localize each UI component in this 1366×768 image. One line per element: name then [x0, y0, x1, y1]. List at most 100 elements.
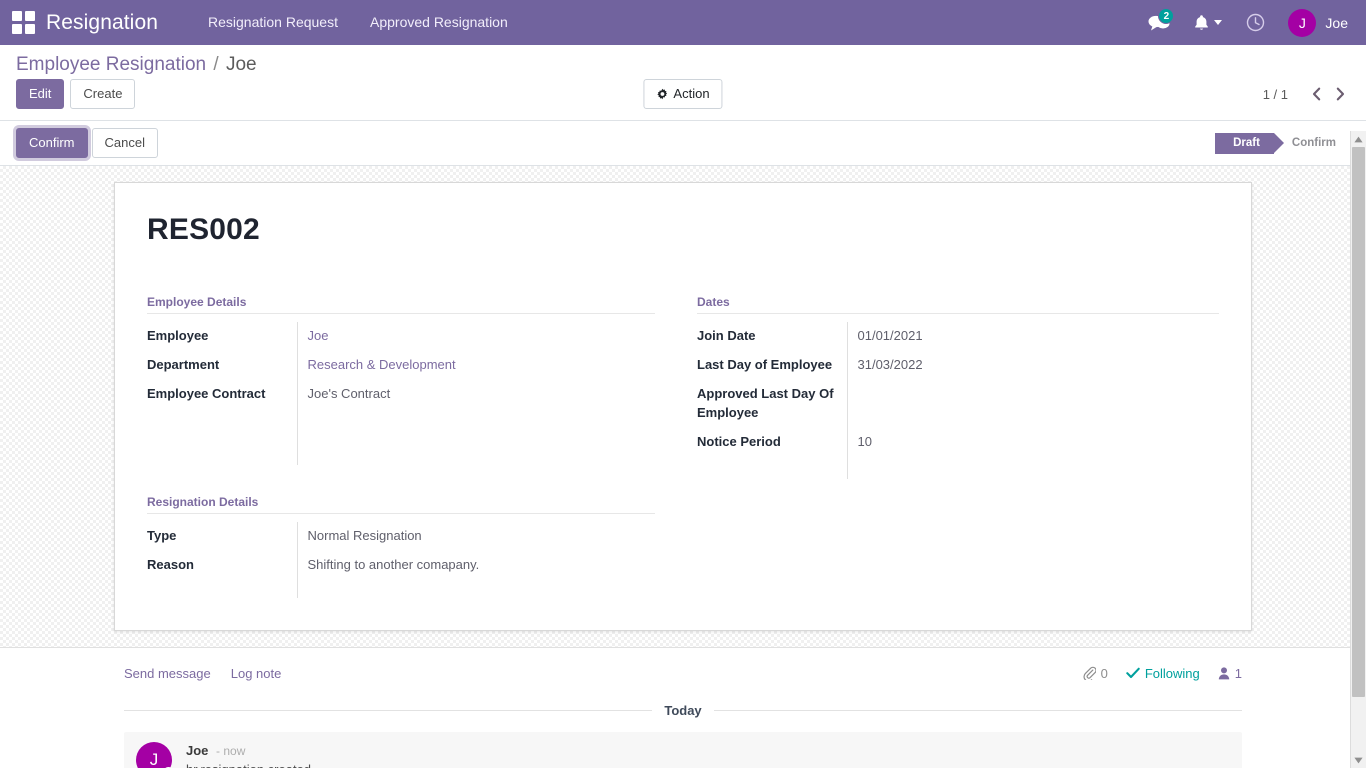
messages-badge: 2: [1158, 8, 1174, 24]
clock-button[interactable]: [1235, 0, 1276, 45]
following-label: Following: [1145, 666, 1200, 681]
send-message-button[interactable]: Send message: [124, 666, 211, 681]
statusbar: Confirm Cancel Draft Confirm: [0, 121, 1366, 166]
apps-grid-icon: [12, 11, 35, 34]
menu-approved-resignation[interactable]: Approved Resignation: [354, 0, 524, 45]
avatar: J: [1288, 9, 1316, 37]
field-label-employee: Employee: [147, 322, 297, 351]
field-label-join-date: Join Date: [697, 322, 847, 351]
action-button-label: Action: [673, 85, 709, 103]
chevron-right-icon: [1335, 87, 1346, 101]
field-last-day-of-employee: Last Day of Employee 31/03/2022: [697, 351, 1219, 380]
field-join-date: Join Date 01/01/2021: [697, 322, 1219, 351]
field-label-department: Department: [147, 351, 297, 380]
pager-value: 1 / 1: [1263, 87, 1288, 102]
field-spacer: [147, 580, 655, 598]
field-employee-contract: Employee Contract Joe's Contract: [147, 380, 655, 409]
field-value-notice-period[interactable]: 10: [858, 434, 872, 449]
field-value-last-day-of-employee[interactable]: 31/03/2022: [858, 357, 923, 372]
apps-menu-button[interactable]: [0, 0, 46, 45]
pager-next-button[interactable]: [1330, 82, 1350, 106]
scrollbar-up-button[interactable]: [1351, 131, 1366, 147]
message-text: hr.resignation created: [186, 762, 311, 768]
user-menu[interactable]: J Joe: [1278, 0, 1356, 45]
resignation-details-fields: Type Normal Resignation Reason Shifting …: [147, 522, 655, 598]
check-icon: [1126, 667, 1140, 679]
scrollbar-track[interactable]: [1351, 147, 1366, 752]
field-value-employee[interactable]: Joe: [308, 328, 329, 343]
field-value-reason[interactable]: Shifting to another comapany.: [308, 557, 480, 572]
field-value-type[interactable]: Normal Resignation: [308, 528, 422, 543]
pager: 1 / 1: [1263, 82, 1350, 106]
menu-resignation-request[interactable]: Resignation Request: [192, 0, 354, 45]
form-background: RES002 Employee Details Employee Joe Dep…: [0, 166, 1366, 646]
triangle-down-icon: [1354, 757, 1363, 764]
form-column-right: Dates Join Date 01/01/2021 Last Day of E…: [683, 295, 1219, 597]
field-type: Type Normal Resignation: [147, 522, 655, 551]
message-header: Joe - now: [186, 743, 311, 758]
status-stage-confirm[interactable]: Confirm: [1274, 133, 1350, 154]
form-columns: Employee Details Employee Joe Department…: [147, 295, 1219, 597]
chevron-down-icon: [1214, 20, 1222, 25]
log-note-button[interactable]: Log note: [231, 666, 282, 681]
divider-rule-left: [124, 710, 652, 711]
breadcrumb-current: Joe: [226, 54, 257, 75]
day-label: Today: [664, 703, 701, 718]
form-column-left: Employee Details Employee Joe Department…: [147, 295, 683, 597]
field-label-last-day-of-employee: Last Day of Employee: [697, 351, 847, 380]
create-button[interactable]: Create: [70, 79, 135, 109]
field-value-department[interactable]: Research & Development: [308, 357, 456, 372]
navbar-right-tools: 2 J Joe: [1137, 0, 1356, 45]
chatter: Send message Log note 0 Following: [0, 647, 1366, 768]
pager-previous-button[interactable]: [1306, 82, 1326, 106]
followers-count: 1: [1235, 666, 1242, 681]
control-panel-buttons: Edit Create Action 1 / 1: [16, 79, 1350, 120]
group-title-dates: Dates: [697, 295, 1219, 314]
message-avatar: J: [136, 742, 172, 768]
day-divider: Today: [114, 691, 1252, 726]
record-title: RES002: [147, 213, 1219, 247]
breadcrumb-root[interactable]: Employee Resignation: [16, 54, 206, 75]
edit-button[interactable]: Edit: [16, 79, 64, 109]
message-body: Joe - now hr.resignation created: [186, 742, 311, 768]
bell-icon: [1194, 14, 1209, 31]
message-author: Joe: [186, 743, 208, 758]
message-item: J Joe - now hr.resignation created: [124, 732, 1242, 768]
breadcrumb-separator: /: [213, 54, 218, 75]
field-value-join-date[interactable]: 01/01/2021: [858, 328, 923, 343]
status-pipeline: Draft Confirm: [1215, 133, 1350, 154]
user-icon: [1218, 667, 1230, 680]
field-label-employee-contract: Employee Contract: [147, 380, 297, 409]
field-label-notice-period: Notice Period: [697, 428, 847, 457]
field-spacer: [147, 409, 655, 465]
cancel-button[interactable]: Cancel: [92, 128, 158, 158]
message-avatar-initial: J: [150, 750, 159, 768]
chevron-left-icon: [1311, 87, 1322, 101]
chatter-toolbar: Send message Log note 0 Following: [114, 660, 1252, 691]
activities-button[interactable]: [1183, 0, 1233, 45]
action-button[interactable]: Action: [643, 79, 722, 109]
attachments-count: 0: [1101, 666, 1108, 681]
field-value-employee-contract[interactable]: Joe's Contract: [308, 386, 391, 401]
attachments-button[interactable]: 0: [1083, 666, 1108, 681]
status-stage-draft[interactable]: Draft: [1215, 133, 1274, 154]
chatter-right-tools: 0 Following 1: [1083, 666, 1242, 681]
field-approved-last-day-of-employee: Approved Last Day Of Employee: [697, 380, 1219, 428]
field-label-reason: Reason: [147, 551, 297, 580]
employee-details-fields: Employee Joe Department Research & Devel…: [147, 322, 655, 465]
top-navbar: Resignation Resignation Request Approved…: [0, 0, 1366, 45]
field-employee: Employee Joe: [147, 322, 655, 351]
field-notice-period: Notice Period 10: [697, 428, 1219, 457]
following-button[interactable]: Following: [1126, 666, 1200, 681]
app-brand-name[interactable]: Resignation: [46, 11, 158, 35]
scrollbar-thumb[interactable]: [1352, 147, 1365, 697]
followers-button[interactable]: 1: [1218, 666, 1242, 681]
scrollbar-down-button[interactable]: [1351, 752, 1366, 768]
confirm-button[interactable]: Confirm: [16, 128, 88, 158]
vertical-scrollbar[interactable]: [1350, 131, 1366, 768]
paperclip-icon: [1083, 666, 1096, 680]
group-spacer: [147, 465, 655, 495]
page: Resignation Resignation Request Approved…: [0, 0, 1366, 768]
chatter-inner: Send message Log note 0 Following: [114, 660, 1252, 768]
messages-button[interactable]: 2: [1137, 0, 1181, 45]
